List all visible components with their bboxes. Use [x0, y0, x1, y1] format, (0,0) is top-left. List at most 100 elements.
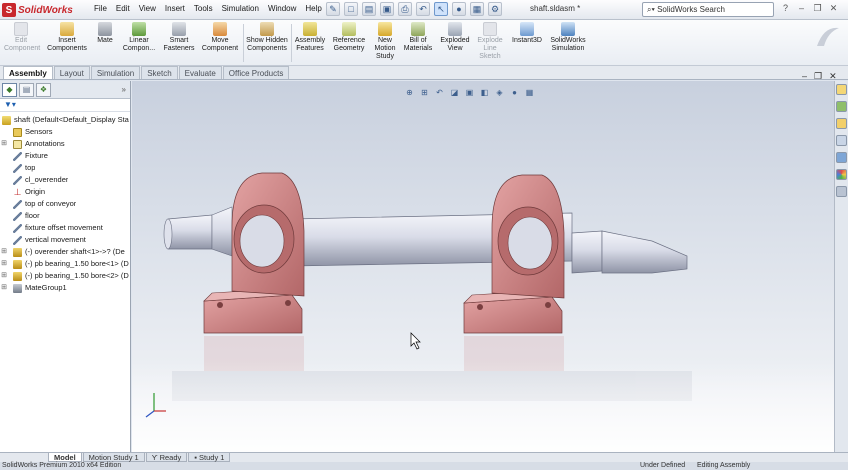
minimize-icon[interactable]: – [796, 3, 807, 15]
search-placeholder: SolidWorks Search [657, 5, 725, 14]
tree-item-plane[interactable]: cl_overender [0, 174, 130, 186]
edit-component-button[interactable]: Edit Component [4, 22, 40, 53]
tab-layout[interactable]: Layout [53, 66, 90, 79]
appearances-icon[interactable] [836, 169, 847, 180]
show-hidden-components-button[interactable]: Show Hidden Components [246, 22, 288, 53]
search-input[interactable]: ⌕▾ SolidWorks Search [642, 2, 774, 17]
tab-model[interactable]: Model [48, 453, 82, 462]
section-view-icon[interactable]: ◪ [449, 87, 460, 98]
tree-item-plane[interactable]: vertical movement [0, 234, 130, 246]
tree-item-component[interactable]: ⊞ (-) pb bearing_1.50 bore<2> (D [0, 270, 130, 282]
display-style-icon[interactable]: ◧ [479, 87, 490, 98]
tree-item-plane[interactable]: top of conveyor [0, 198, 130, 210]
print-icon[interactable]: ⎙ [398, 2, 412, 16]
restore-icon[interactable]: ❐ [814, 71, 822, 82]
expand-icon[interactable]: ⊞ [0, 270, 8, 282]
expand-icon[interactable]: ⊞ [0, 258, 8, 270]
graphics-area[interactable] [132, 81, 834, 452]
move-component-icon [213, 22, 227, 36]
expand-icon[interactable]: ⊞ [0, 282, 8, 294]
app-logo[interactable]: S SolidWorks [2, 2, 80, 18]
custom-properties-icon[interactable] [836, 186, 847, 197]
tree-item-plane[interactable]: floor [0, 210, 130, 222]
tab-sketch[interactable]: Sketch [141, 66, 178, 79]
hide-show-icon[interactable]: ◈ [494, 87, 505, 98]
options-icon[interactable]: ⚙ [488, 2, 502, 16]
appearance-icon[interactable]: ● [509, 87, 520, 98]
zoom-to-fit-icon[interactable]: ⊕ [404, 87, 415, 98]
tab-assembly[interactable]: Assembly [3, 66, 53, 79]
assembly-features-button[interactable]: Assembly Features [293, 22, 327, 53]
tree-item-component[interactable]: ⊞ (-) overender shaft<1>->? (De [0, 246, 130, 258]
menu-tools[interactable]: Tools [194, 4, 213, 13]
new-motion-study-button[interactable]: New Motion Study [371, 22, 399, 61]
select-pointer-icon[interactable]: ↖ [434, 2, 448, 16]
tree-root[interactable]: shaft (Default<Default_Display Sta [0, 114, 130, 126]
menu-edit[interactable]: Edit [116, 4, 130, 13]
scene-icon[interactable]: ▦ [524, 87, 535, 98]
expand-icon[interactable]: ⊞ [0, 246, 8, 258]
filter-icon[interactable]: ▼▾ [0, 99, 130, 112]
tree-item-plane[interactable]: top [0, 162, 130, 174]
save-icon[interactable]: ▣ [380, 2, 394, 16]
tree-item-component[interactable]: ⊞ (-) pb bearing_1.50 bore<1> (D [0, 258, 130, 270]
menu-window[interactable]: Window [268, 4, 296, 13]
menu-insert[interactable]: Insert [165, 4, 185, 13]
exploded-view-button[interactable]: Exploded View [438, 22, 472, 53]
bearing-left[interactable] [203, 172, 305, 334]
minimize-icon[interactable]: – [802, 71, 807, 82]
open-icon[interactable]: ▤ [362, 2, 376, 16]
tree-item-mategroup[interactable]: ⊞ MateGroup1 [0, 282, 130, 294]
insert-components-button[interactable]: Insert Components [46, 22, 88, 53]
mate-button[interactable]: Mate [92, 22, 118, 45]
toolbar-separator [243, 24, 244, 62]
new-document-icon[interactable]: □ [344, 2, 358, 16]
tab-motion-study-1[interactable]: Motion Study 1 [82, 453, 145, 462]
tab-ready[interactable]: ϒ Ready [145, 453, 188, 462]
solidworks-simulation-button[interactable]: SolidWorks Simulation [548, 22, 588, 53]
undo-icon[interactable]: ↶ [416, 2, 430, 16]
home-icon[interactable] [836, 84, 847, 95]
tree-item-origin[interactable]: ⊥ Origin [0, 186, 130, 198]
zoom-area-icon[interactable]: ⊞ [419, 87, 430, 98]
move-component-button[interactable]: Move Component [200, 22, 240, 53]
linear-pattern-icon [132, 22, 146, 36]
menu-simulation[interactable]: Simulation [222, 4, 259, 13]
menu-file[interactable]: File [94, 4, 107, 13]
explode-line-sketch-button[interactable]: Explode Line Sketch [474, 22, 506, 61]
tree-item-plane[interactable]: Fixture [0, 150, 130, 162]
tab-study-1[interactable]: ▪ Study 1 [188, 453, 231, 462]
smart-fasteners-button[interactable]: Smart Fasteners [160, 22, 198, 53]
feature-tree-tab-icon[interactable]: ◆ [2, 82, 17, 97]
property-manager-tab-icon[interactable]: ▤ [19, 82, 34, 97]
tab-evaluate[interactable]: Evaluate [178, 66, 222, 79]
menu-help[interactable]: Help [305, 4, 321, 13]
design-library-icon[interactable] [836, 101, 847, 112]
configuration-manager-tab-icon[interactable]: ❖ [36, 82, 51, 97]
close-icon[interactable]: ✕ [828, 3, 839, 15]
tab-simulation[interactable]: Simulation [90, 66, 141, 79]
instant3d-button[interactable]: Instant3D [509, 22, 545, 45]
linear-pattern-button[interactable]: Linear Compon... [120, 22, 158, 53]
help-icon[interactable]: ? [780, 3, 791, 15]
bill-of-materials-button[interactable]: Bill of Materials [402, 22, 434, 53]
model-viewport[interactable] [132, 81, 834, 452]
search-results-icon[interactable] [836, 135, 847, 146]
view-orientation-icon[interactable]: ▣ [464, 87, 475, 98]
reference-geometry-button[interactable]: Reference Geometry [330, 22, 368, 53]
pin-icon[interactable]: ✎ [326, 2, 340, 16]
previous-view-icon[interactable]: ↶ [434, 87, 445, 98]
tree-item-sensors[interactable]: Sensors [0, 126, 130, 138]
expand-icon[interactable]: ⊞ [0, 138, 8, 150]
tree-item-annotations[interactable]: ⊞ Annotations [0, 138, 130, 150]
tab-office-products[interactable]: Office Products [222, 66, 290, 79]
collapse-panel-icon[interactable]: » [122, 85, 126, 94]
menu-view[interactable]: View [139, 4, 156, 13]
file-explorer-icon[interactable] [836, 118, 847, 129]
rebuild-icon[interactable]: ● [452, 2, 466, 16]
menu-bar: File Edit View Insert Tools Simulation W… [94, 4, 322, 13]
tree-item-plane[interactable]: fixture offset movement [0, 222, 130, 234]
view-palette-icon[interactable] [836, 152, 847, 163]
file-properties-icon[interactable]: ▦ [470, 2, 484, 16]
restore-icon[interactable]: ❐ [812, 3, 823, 15]
